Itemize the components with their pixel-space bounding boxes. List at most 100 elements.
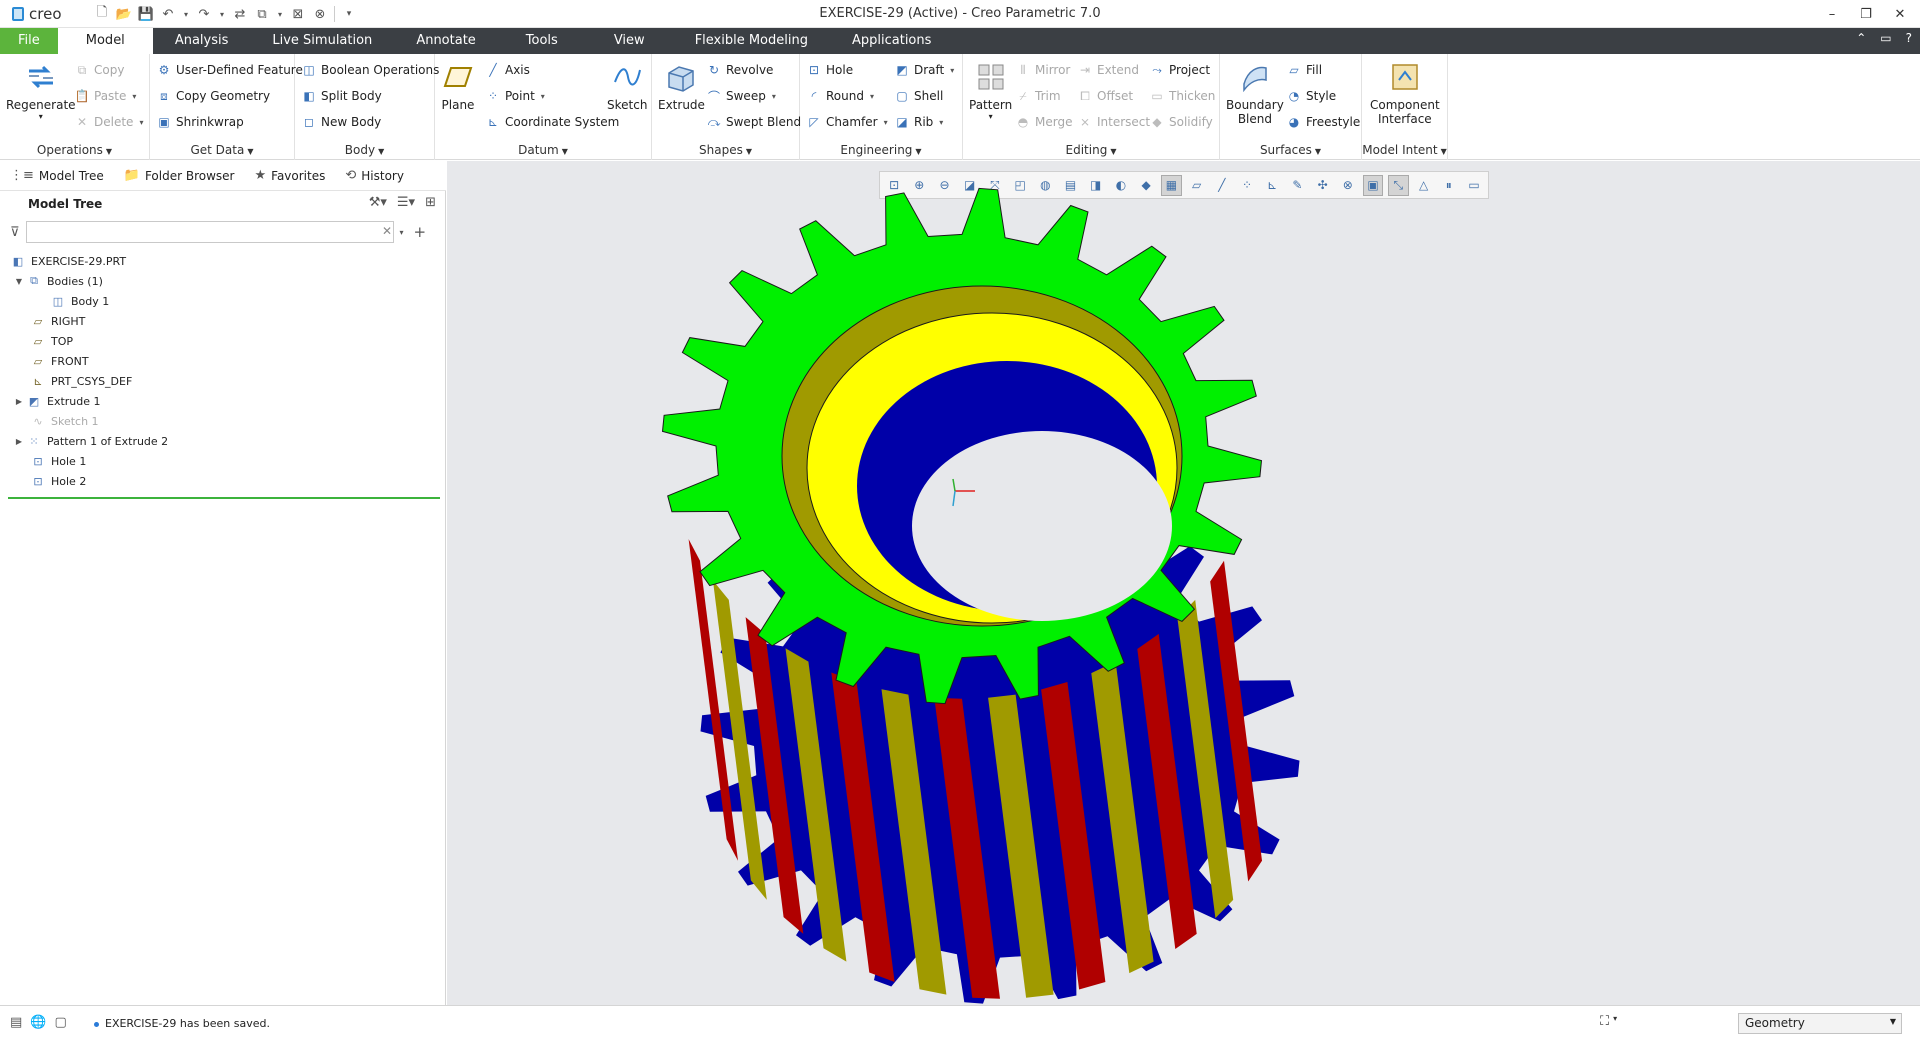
extend-button[interactable]: ⇥ Extend [1077,60,1139,80]
undo-dropdown-icon[interactable]: ▾ [182,6,190,22]
tab-annotate[interactable]: Annotate [394,28,497,54]
tree-item-front[interactable]: ▱ FRONT [0,351,446,371]
gear-model[interactable] [447,161,1920,1005]
expand-arrow-icon[interactable]: ▶ [12,437,26,446]
engineering-group-label[interactable]: Engineering ▼ [800,143,962,157]
tree-columns-icon[interactable]: ⊞ [425,195,436,210]
offset-button[interactable]: ⧠ Offset [1077,86,1133,106]
point-dropdown-icon[interactable]: ▾ [541,92,545,101]
editing-group-label[interactable]: Editing ▼ [963,143,1219,157]
close-icon[interactable]: ✕ [1888,3,1912,25]
tree-settings-icon[interactable]: ⚒▾ [369,195,387,210]
merge-button[interactable]: ◓ Merge [1015,112,1073,132]
chamfer-dropdown-icon[interactable]: ▾ [884,118,888,127]
tree-item-part[interactable]: ◧ EXERCISE-29.PRT [0,251,446,271]
model-intent-group-label[interactable]: Model Intent ▼ [1362,143,1447,157]
shapes-group-label[interactable]: Shapes ▼ [652,143,799,157]
tree-item-extrude-1[interactable]: ▶ ◩ Extrude 1 [0,391,446,411]
regenerate-small-icon[interactable]: ⇄ [232,6,248,22]
copy-geometry-button[interactable]: ⧈ Copy Geometry [156,86,270,106]
tree-item-body-1[interactable]: ◫ Body 1 [0,291,446,311]
boolean-operations-button[interactable]: ◫ Boolean Operations [301,60,439,80]
navigator-toggle-icon[interactable]: ▤ [10,1015,22,1030]
operations-group-label[interactable]: Operations ▼ [0,143,149,157]
tab-history[interactable]: ⟲ History [335,161,414,191]
help-icon[interactable]: ? [1906,31,1912,45]
tab-file[interactable]: File [0,28,58,54]
style-button[interactable]: ◔ Style [1286,86,1336,106]
tree-show-icon[interactable]: ☰▾ [397,195,415,210]
selection-filter[interactable]: Geometry ▼ [1738,1013,1902,1034]
tab-favorites[interactable]: ★ Favorites [244,161,335,191]
project-button[interactable]: ⤳ Project [1149,60,1210,80]
windows-icon[interactable]: ⧉ [254,6,270,22]
insert-here-marker[interactable] [8,497,440,499]
tab-model[interactable]: Model [57,28,153,54]
paste-dropdown-icon[interactable]: ▾ [132,92,136,101]
rib-button[interactable]: ◪ Rib ▾ [894,112,943,132]
swept-blend-button[interactable]: ⤼ Swept Blend [706,112,802,132]
redo-dropdown-icon[interactable]: ▾ [218,6,226,22]
erase-icon[interactable]: ⊗ [312,6,328,22]
paste-button[interactable]: 📋 Paste ▾ [74,86,137,106]
delete-dropdown-icon[interactable]: ▾ [139,118,143,127]
add-column-icon[interactable]: + [414,223,427,241]
tab-tools[interactable]: Tools [498,28,586,54]
clear-search-icon[interactable]: ✕ [382,224,392,238]
tab-analysis[interactable]: Analysis [153,28,251,54]
save-icon[interactable]: 💾 [138,6,154,22]
tab-model-tree[interactable]: ⋮≡ Model Tree [0,161,114,191]
search-commands-icon[interactable]: ▭ [1880,31,1891,45]
udf-button[interactable]: ⚙ User-Defined Feature [156,60,303,80]
revolve-button[interactable]: ↻ Revolve [706,60,773,80]
tree-search-input[interactable] [25,221,394,243]
collapse-arrow-icon[interactable]: ▼ [12,277,26,286]
tab-live-simulation[interactable]: Live Simulation [250,28,394,54]
open-file-icon[interactable]: 📂 [116,6,132,22]
tab-applications[interactable]: Applications [830,28,953,54]
minimize-icon[interactable]: – [1820,3,1844,25]
body-group-label[interactable]: Body ▼ [295,143,434,157]
graphics-area[interactable]: ⊡ ⊕ ⊖ ◪ ⤧ ◰ ◍ ▤ ◨ ◐ ◆ ▦ ▱ ╱ ⁘ ⊾ ✎ ✣ ⊗ ▣ … [447,161,1920,1005]
delete-button[interactable]: ✕ Delete ▾ [74,112,143,132]
bore-through[interactable] [912,431,1172,621]
windows-dropdown-icon[interactable]: ▾ [276,6,284,22]
hole-button[interactable]: ⊡ Hole [806,60,853,80]
redo-icon[interactable]: ↷ [196,6,212,22]
round-button[interactable]: ◜ Round ▾ [806,86,874,106]
undo-icon[interactable]: ↶ [160,6,176,22]
sweep-dropdown-icon[interactable]: ▾ [772,92,776,101]
component-interface-button[interactable]: Component Interface [1370,60,1440,126]
find-icon[interactable]: ⛶ [1600,1014,1609,1029]
tree-item-sketch-1[interactable]: ∿ Sketch 1 [0,411,446,431]
sketch-button[interactable]: Sketch [607,60,647,112]
pattern-dropdown-icon[interactable]: ▾ [989,112,993,121]
get-data-group-label[interactable]: Get Data ▼ [150,143,294,157]
tab-view[interactable]: View [586,28,673,54]
restore-icon[interactable]: ❐ [1854,3,1878,25]
regenerate-dropdown-icon[interactable]: ▾ [39,112,43,121]
tree-item-pattern-1[interactable]: ▶ ⁙ Pattern 1 of Extrude 2 [0,431,446,451]
filter-icon[interactable]: ⊽ [10,225,20,240]
filter-dropdown-icon[interactable]: ▾ [400,228,404,237]
point-button[interactable]: ⁘ Point ▾ [485,86,545,106]
thicken-button[interactable]: ▭ Thicken [1149,86,1215,106]
browser-toggle-icon[interactable]: 🌐 [30,1015,46,1030]
draft-dropdown-icon[interactable]: ▾ [950,66,954,75]
tree-item-top[interactable]: ▱ TOP [0,331,446,351]
mirror-button[interactable]: ⫴ Mirror [1015,60,1070,80]
tree-item-csys[interactable]: ⊾ PRT_CSYS_DEF [0,371,446,391]
boundary-blend-button[interactable]: Boundary Blend [1226,60,1284,126]
shrinkwrap-button[interactable]: ▣ Shrinkwrap [156,112,243,132]
round-dropdown-icon[interactable]: ▾ [870,92,874,101]
tree-item-hole-1[interactable]: ⊡ Hole 1 [0,451,446,471]
coordinate-system-button[interactable]: ⊾ Coordinate System [485,112,619,132]
collapse-ribbon-icon[interactable]: ⌃ [1856,31,1866,45]
tree-item-bodies[interactable]: ▼ ⧉ Bodies (1) [0,271,446,291]
solidify-button[interactable]: ◆ Solidify [1149,112,1212,132]
customize-qat-icon[interactable]: ▾ [341,6,357,22]
extrude-button[interactable]: Extrude [658,60,705,112]
pattern-button[interactable]: Pattern ▾ [969,60,1012,121]
intersect-button[interactable]: ⨯ Intersect [1077,112,1150,132]
draft-button[interactable]: ◩ Draft ▾ [894,60,954,80]
